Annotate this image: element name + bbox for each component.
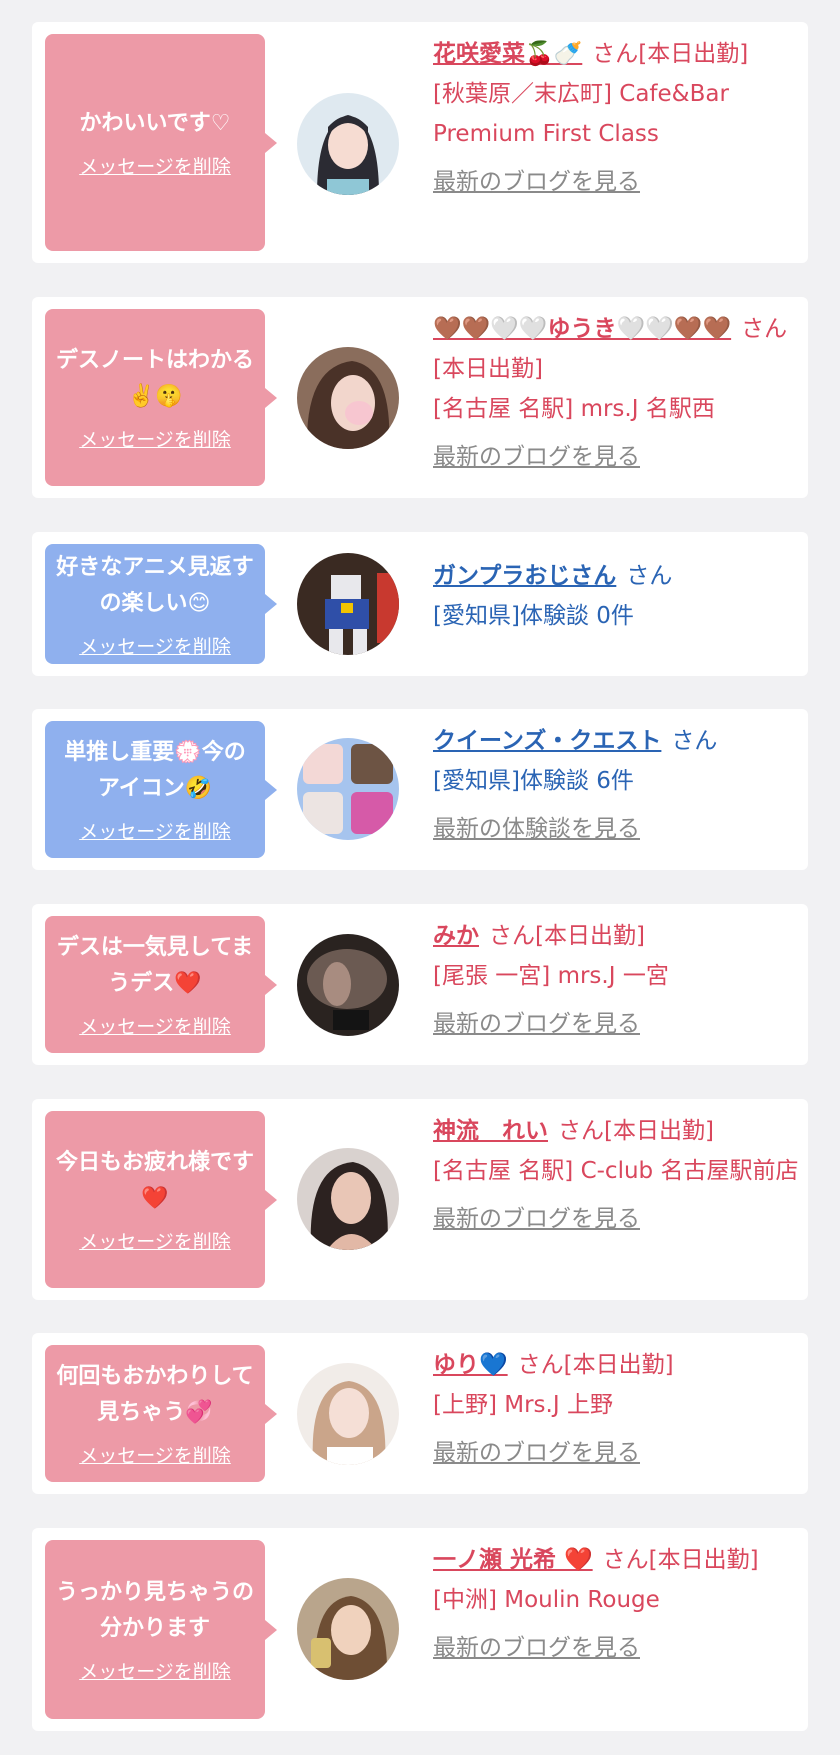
message-text: 何回もおかわりして見ちゃう💞 — [56, 1364, 254, 1425]
profile-name-link[interactable]: 神流 れい — [433, 1118, 548, 1144]
message-card: かわいいです♡ メッセージを削除 花咲愛菜🍒🍼 さん[本日出勤] [秋葉原／末広町… — [32, 22, 808, 263]
delete-message-link[interactable]: メッセージを削除 — [79, 425, 231, 452]
avatar[interactable] — [297, 738, 399, 840]
latest-blog-link[interactable]: 最新のブログを見る — [433, 1004, 640, 1044]
latest-blog-link[interactable]: 最新のブログを見る — [433, 1628, 640, 1668]
message-card: 今日もお疲れ様です❤️ メッセージを削除 神流 れい さん[本日出勤] [名古屋 … — [32, 1099, 808, 1300]
message-text: 今日もお疲れ様です❤️ — [55, 1150, 254, 1211]
profile-name-link[interactable]: ガンプラおじさん — [433, 563, 616, 589]
avatar[interactable] — [297, 1148, 399, 1250]
profile-name-link[interactable]: みか — [433, 923, 479, 949]
avatar[interactable] — [297, 1363, 399, 1465]
profile-info: 花咲愛菜🍒🍼 さん[本日出勤] [秋葉原／末広町] Cafe&Bar Premiu… — [433, 34, 805, 202]
message-text: かわいいです♡ — [79, 111, 231, 136]
message-bubble: デスノートはわかる✌️🤫 メッセージを削除 — [45, 309, 277, 486]
profile-info: みか さん[本日出勤] [尾張 一宮] mrs.J 一宮 最新のブログを見る — [433, 916, 805, 1044]
profile-info: クイーンズ・クエスト さん [愛知県]体験談 6件 最新の体験談を見る — [433, 721, 805, 849]
profile-info: ガンプラおじさん さん [愛知県]体験談 0件 — [433, 556, 805, 636]
profile-review-count: [愛知県]体験談 0件 — [433, 603, 634, 629]
message-card: 単推し重要💮今のアイコン🤣 メッセージを削除 クイーンズ・クエスト さん [愛知県… — [32, 709, 808, 870]
latest-blog-link[interactable]: 最新のブログを見る — [433, 1199, 640, 1239]
latest-blog-link[interactable]: 最新のブログを見る — [433, 1433, 640, 1473]
profile-info: ゆり💙 さん[本日出勤] [上野] Mrs.J 上野 最新のブログを見る — [433, 1345, 805, 1473]
profile-name-link[interactable]: 花咲愛菜🍒🍼 — [433, 41, 582, 67]
profile-status: さん[本日出勤] — [592, 41, 749, 67]
latest-review-link[interactable]: 最新の体験談を見る — [433, 809, 640, 849]
message-text: うっかり見ちゃうの分かります — [55, 1580, 254, 1641]
profile-status: さん[本日出勤] — [558, 1118, 714, 1144]
message-bubble: うっかり見ちゃうの分かります メッセージを削除 — [45, 1540, 277, 1719]
message-bubble: 何回もおかわりして見ちゃう💞 メッセージを削除 — [45, 1345, 277, 1482]
message-card: 何回もおかわりして見ちゃう💞 メッセージを削除 ゆり💙 さん[本日出勤] [上野]… — [32, 1333, 808, 1494]
profile-name-link[interactable]: クイーンズ・クエスト — [433, 728, 661, 754]
profile-status: さん — [671, 728, 718, 754]
profile-info: 🤎🤎🤍🤍ゆうき🤍🤍🤎🤎 さん[本日出勤] [名古屋 名駅] mrs.J 名駅西 最… — [433, 309, 805, 477]
profile-shop: [名古屋 名駅] C-club 名古屋駅前店 — [433, 1158, 799, 1184]
latest-blog-link[interactable]: 最新のブログを見る — [433, 437, 640, 477]
profile-shop: [尾張 一宮] mrs.J 一宮 — [433, 963, 669, 989]
profile-shop: [名古屋 名駅] mrs.J 名駅西 — [433, 396, 715, 422]
profile-status: さん[本日出勤] — [489, 923, 645, 949]
message-text: デスは一気見してまうデス❤️ — [56, 935, 254, 996]
message-text: 単推し重要💮今のアイコン🤣 — [64, 740, 246, 801]
profile-name-link[interactable]: ゆり💙 — [433, 1352, 508, 1378]
delete-message-link[interactable]: メッセージを削除 — [79, 1012, 231, 1039]
message-text: 好きなアニメ見返すの楽しい😊 — [56, 554, 254, 616]
profile-review-count: [愛知県]体験談 6件 — [433, 768, 634, 794]
avatar[interactable] — [297, 1578, 399, 1680]
message-card: デスは一気見してまうデス❤️ メッセージを削除 みか さん[本日出勤] [尾張 一… — [32, 904, 808, 1065]
delete-message-link[interactable]: メッセージを削除 — [79, 1441, 231, 1468]
message-bubble: 好きなアニメ見返すの楽しい😊 メッセージを削除 — [45, 544, 277, 664]
message-card: デスノートはわかる✌️🤫 メッセージを削除 🤎🤎🤍🤍ゆうき🤍🤍🤎🤎 さん[本日出勤… — [32, 297, 808, 498]
message-card: 好きなアニメ見返すの楽しい😊 メッセージを削除 ガンプラおじさん さん [愛知県]… — [32, 532, 808, 676]
profile-name-link[interactable]: 一ノ瀬 光希 ❤️ — [433, 1547, 593, 1573]
message-card: うっかり見ちゃうの分かります メッセージを削除 一ノ瀬 光希 ❤️ さん[本日出勤… — [32, 1528, 808, 1731]
message-bubble: デスは一気見してまうデス❤️ メッセージを削除 — [45, 916, 277, 1053]
message-text: デスノートはわかる✌️🤫 — [55, 348, 254, 409]
message-list: かわいいです♡ メッセージを削除 花咲愛菜🍒🍼 さん[本日出勤] [秋葉原／末広町… — [0, 0, 840, 1755]
delete-message-link[interactable]: メッセージを削除 — [79, 1227, 231, 1254]
delete-message-link[interactable]: メッセージを削除 — [79, 1657, 231, 1684]
profile-info: 一ノ瀬 光希 ❤️ さん[本日出勤] [中洲] Moulin Rouge 最新のブ… — [433, 1540, 805, 1668]
delete-message-link[interactable]: メッセージを削除 — [79, 817, 231, 844]
profile-name-link[interactable]: 🤎🤎🤍🤍ゆうき🤍🤍🤎🤎 — [433, 316, 731, 342]
avatar[interactable] — [297, 347, 399, 449]
profile-shop: [中洲] Moulin Rouge — [433, 1587, 660, 1613]
latest-blog-link[interactable]: 最新のブログを見る — [433, 162, 640, 202]
profile-shop: [秋葉原／末広町] Cafe&Bar Premium First Class — [433, 81, 729, 147]
avatar[interactable] — [297, 553, 399, 655]
profile-info: 神流 れい さん[本日出勤] [名古屋 名駅] C-club 名古屋駅前店 最新の… — [433, 1111, 805, 1239]
message-bubble: 今日もお疲れ様です❤️ メッセージを削除 — [45, 1111, 277, 1288]
message-bubble: 単推し重要💮今のアイコン🤣 メッセージを削除 — [45, 721, 277, 858]
profile-status: さん[本日出勤] — [602, 1547, 759, 1573]
profile-status: さん[本日出勤] — [517, 1352, 674, 1378]
profile-shop: [上野] Mrs.J 上野 — [433, 1392, 613, 1418]
delete-message-link[interactable]: メッセージを削除 — [79, 152, 231, 179]
avatar[interactable] — [297, 93, 399, 195]
message-bubble: かわいいです♡ メッセージを削除 — [45, 34, 277, 251]
profile-status: さん — [626, 563, 673, 589]
avatar[interactable] — [297, 934, 399, 1036]
delete-message-link[interactable]: メッセージを削除 — [79, 632, 231, 659]
